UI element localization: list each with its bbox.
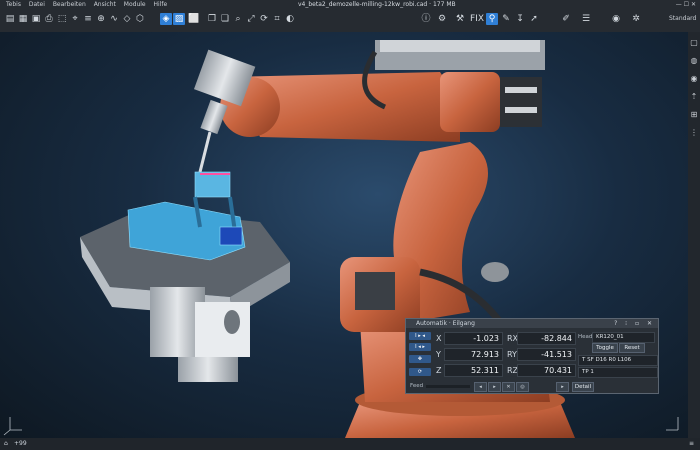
probe-icon[interactable]: ✎ bbox=[500, 13, 512, 25]
axis-triad bbox=[3, 417, 679, 436]
select-icon[interactable]: ⬚ bbox=[56, 13, 68, 25]
grid-icon[interactable]: ⊞ bbox=[688, 110, 700, 122]
jog-mode-button[interactable]: I ▸ ◂ bbox=[409, 332, 431, 340]
stop-button[interactable]: ✕ bbox=[502, 382, 515, 392]
save-icon[interactable]: ▣ bbox=[30, 13, 42, 25]
head-field[interactable]: KR120_01 bbox=[592, 332, 655, 343]
tools-icon[interactable]: ⚒ bbox=[454, 13, 466, 25]
window-controls[interactable]: — ☐ ✕ bbox=[676, 0, 696, 10]
drill-icon[interactable]: ↧ bbox=[514, 13, 526, 25]
layers-icon[interactable]: ≡ bbox=[689, 438, 694, 450]
settings-icon[interactable]: ⚙ bbox=[436, 13, 448, 25]
reset-button[interactable]: Reset bbox=[619, 343, 645, 353]
tp-select[interactable]: TP 1 bbox=[578, 367, 658, 378]
print-icon[interactable]: ⎙ bbox=[43, 13, 55, 25]
camera-icon[interactable]: ◉ bbox=[610, 13, 622, 25]
menu-tebis[interactable]: Tebis bbox=[6, 1, 21, 8]
menu-ansicht[interactable]: Ansicht bbox=[94, 1, 116, 8]
robot-icon[interactable]: ⚲ bbox=[486, 13, 498, 25]
next-button[interactable]: ▸ bbox=[556, 382, 569, 392]
status-bar: ⌂ +99 ≡ bbox=[0, 438, 700, 450]
fix-icon[interactable]: FIX bbox=[470, 13, 484, 25]
eye-icon[interactable]: ◉ bbox=[688, 74, 700, 86]
paste-icon[interactable]: ❏ bbox=[219, 13, 231, 25]
menu-bearbeiten[interactable]: Bearbeiten bbox=[53, 1, 86, 8]
automatic-panel: Automatik · Eilgang ? ⁝ ▫ ✕ I ▸ ◂ I ◂ ▸ … bbox=[405, 318, 659, 394]
menu-hilfe[interactable]: Hilfe bbox=[154, 1, 168, 8]
panel-header[interactable]: Automatik · Eilgang ? ⁝ ▫ ✕ bbox=[406, 319, 658, 328]
axis-y-value[interactable]: 72.913 bbox=[444, 348, 503, 361]
prev-button[interactable]: ▸ bbox=[488, 382, 501, 392]
info-icon[interactable]: ⓘ bbox=[420, 13, 432, 25]
copy-icon[interactable]: ❐ bbox=[206, 13, 218, 25]
open-file-icon[interactable]: ▦ bbox=[17, 13, 29, 25]
new-file-icon[interactable]: ▤ bbox=[4, 13, 16, 25]
wireframe-view-icon[interactable]: ▨ bbox=[173, 13, 185, 25]
panel-title: Automatik · Eilgang bbox=[416, 320, 475, 327]
axis-z-value[interactable]: 52.311 bbox=[444, 364, 503, 377]
rotate-button[interactable]: ⟳ bbox=[409, 368, 431, 376]
axis-rz-value[interactable]: 70.431 bbox=[517, 364, 576, 377]
detail-button[interactable]: Detail bbox=[572, 382, 594, 392]
cube-view-icon[interactable]: ⬜ bbox=[188, 13, 200, 25]
window-title: v4_beta2_demozelle-milling-12kw_robi.cad… bbox=[298, 1, 456, 8]
cutting-tool bbox=[198, 131, 212, 173]
gear-icon[interactable]: ✲ bbox=[630, 13, 642, 25]
zoom-icon[interactable]: ⌕ bbox=[232, 13, 244, 25]
axis-ry-value[interactable]: -41.513 bbox=[517, 348, 576, 361]
curve-icon[interactable]: ∿ bbox=[108, 13, 120, 25]
menu-module[interactable]: Module bbox=[124, 1, 146, 8]
fit-icon[interactable]: ⤢ bbox=[245, 13, 257, 25]
point-icon[interactable]: ⊕ bbox=[95, 13, 107, 25]
arrow-icon[interactable]: ➚ bbox=[528, 13, 540, 25]
filter-icon[interactable]: ⌖ bbox=[69, 13, 81, 25]
axis-x-label: X bbox=[436, 334, 442, 343]
zoom-level[interactable]: +99 bbox=[14, 438, 27, 450]
mode-label[interactable]: Standard bbox=[669, 13, 696, 25]
head-label: Head bbox=[578, 334, 593, 340]
feed-slider[interactable] bbox=[426, 385, 470, 388]
layer-icon[interactable]: ≡ bbox=[82, 13, 94, 25]
right-toolstrip: ▢ ◍ ◉ ⇡ ⊞ ⋮ bbox=[688, 32, 700, 438]
shaded-view-icon[interactable]: ◈ bbox=[160, 13, 172, 25]
toggle-button[interactable]: Toggle bbox=[592, 343, 618, 353]
workpiece-fixture bbox=[127, 171, 246, 261]
measure-icon[interactable]: ⌗ bbox=[271, 13, 283, 25]
list-icon[interactable]: ☰ bbox=[580, 13, 592, 25]
axis-rx-value[interactable]: -82.844 bbox=[517, 332, 576, 345]
menu-datei[interactable]: Datei bbox=[29, 1, 45, 8]
home-icon[interactable]: ⌂ bbox=[4, 438, 8, 450]
tree-icon[interactable]: ⋮ bbox=[688, 128, 700, 140]
axis-x-value[interactable]: -1.023 bbox=[444, 332, 503, 345]
step-mode-button[interactable]: I ◂ ▸ bbox=[409, 343, 431, 351]
tool-field[interactable]: T SF D16 R0 L106 bbox=[578, 355, 658, 366]
panel-controls[interactable]: ? ⁝ ▫ ✕ bbox=[614, 319, 655, 328]
window-icon[interactable]: ▢ bbox=[688, 38, 700, 50]
step-back-button[interactable]: ◂ bbox=[474, 382, 487, 392]
target-button[interactable]: ◎ bbox=[516, 382, 529, 392]
section-icon[interactable]: ◐ bbox=[284, 13, 296, 25]
move-button[interactable]: ✥ bbox=[409, 355, 431, 363]
axis-z-label: Z bbox=[436, 366, 442, 375]
axis-ry-label: RY bbox=[507, 350, 517, 359]
solid-icon[interactable]: ⬡ bbox=[134, 13, 146, 25]
arrow-up-icon[interactable]: ⇡ bbox=[688, 92, 700, 104]
axis-y-label: Y bbox=[436, 350, 441, 359]
surface-icon[interactable]: ◇ bbox=[121, 13, 133, 25]
pen-icon[interactable]: ✐ bbox=[560, 13, 572, 25]
lock-icon[interactable]: ◍ bbox=[688, 56, 700, 68]
rotate-icon[interactable]: ⟳ bbox=[258, 13, 270, 25]
feed-label: Feed bbox=[410, 383, 424, 389]
